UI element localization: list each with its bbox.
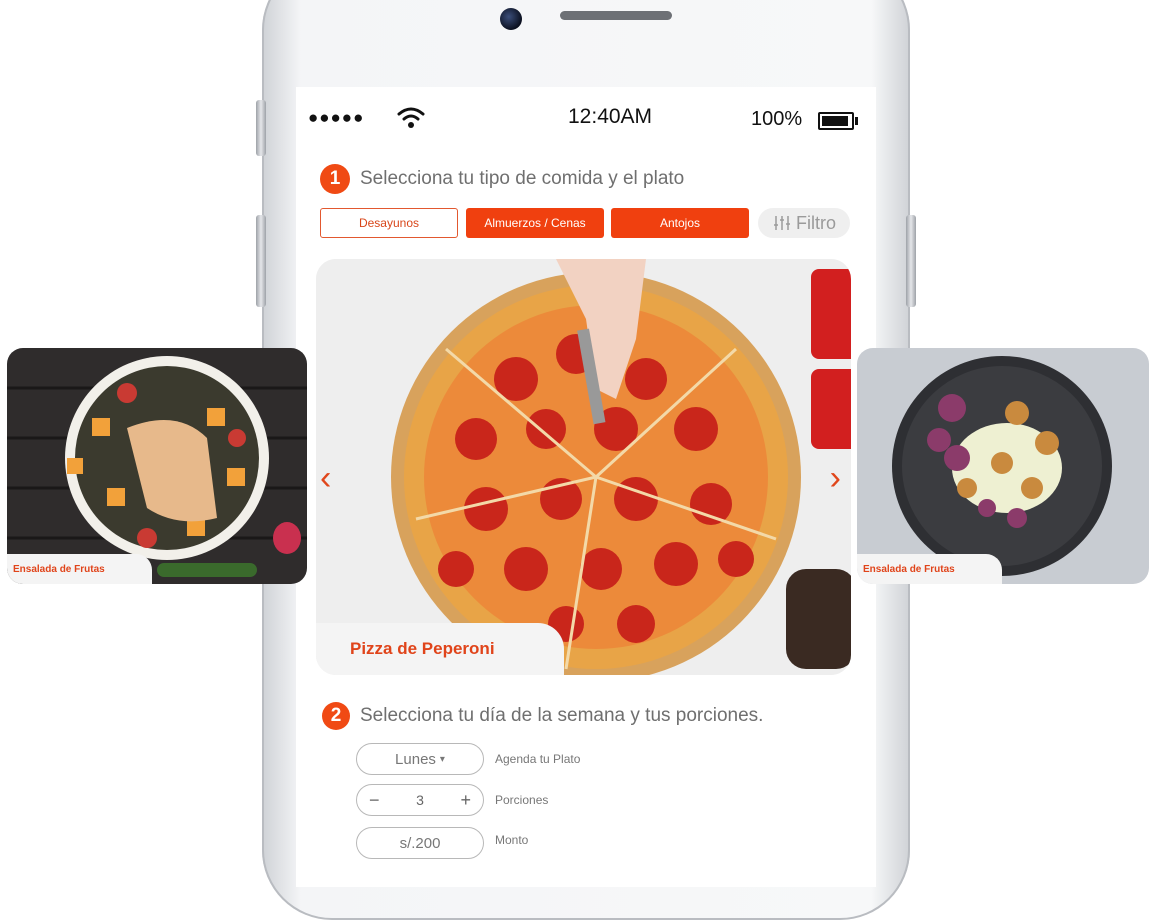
carousel-prev-button[interactable]: ‹ <box>320 459 331 498</box>
pizza-image <box>316 259 851 675</box>
salad-image <box>7 348 307 584</box>
tab-desayunos[interactable]: Desayunos <box>320 208 458 238</box>
day-select[interactable]: Lunes ▾ <box>356 743 484 775</box>
battery-percent: 100% <box>751 108 803 130</box>
status-time: 12:40AM <box>568 105 653 128</box>
side-card-left-label: Ensalada de Frutas <box>7 554 152 584</box>
step-1-title: Selecciona tu tipo de comida y el plato <box>360 168 685 189</box>
step-2-title: Selecciona tu día de la semana y tus por… <box>360 705 764 726</box>
dish-name: Pizza de Peperoni <box>316 623 564 675</box>
step-2-heading: 2 Selecciona tu día de la semana y tus p… <box>322 702 763 730</box>
step-1-heading: 1 Selecciona tu tipo de comida y el plat… <box>320 164 684 194</box>
phone-side-button <box>256 100 266 156</box>
minus-button[interactable]: − <box>369 790 380 811</box>
sliders-icon <box>774 216 790 230</box>
day-value: Lunes <box>395 750 436 768</box>
phone-screen: ●●●●● 12:40AM 100% 1 Selecciona tu tipo … <box>296 87 876 887</box>
phone-side-button <box>256 215 266 307</box>
chevron-down-icon: ▾ <box>439 753 445 765</box>
step-2-badge: 2 <box>322 702 350 730</box>
battery-icon <box>818 112 858 130</box>
amount-field: s/.200 <box>356 827 484 859</box>
chevron-right-icon: › <box>829 459 841 497</box>
amount-label: Monto <box>495 833 529 847</box>
phone-speaker <box>560 11 672 20</box>
portions-value: 3 <box>416 792 424 808</box>
step-1-badge: 1 <box>320 164 350 194</box>
signal-icon: ●●●●● <box>308 108 365 127</box>
portions-label: Porciones <box>495 793 549 807</box>
plus-button[interactable]: + <box>460 790 471 811</box>
amount-value: s/.200 <box>399 834 441 852</box>
side-card-right[interactable]: Ensalada de Frutas <box>857 348 1149 584</box>
day-label: Agenda tu Plato <box>495 752 581 766</box>
portions-stepper[interactable]: − 3 + <box>356 784 484 816</box>
status-bar: ●●●●● 12:40AM 100% <box>296 87 876 147</box>
dish-carousel[interactable]: ‹ › Pizza de Peperoni <box>316 259 851 675</box>
filter-label: Filtro <box>796 212 836 233</box>
filter-button[interactable]: Filtro <box>758 208 850 238</box>
wifi-icon <box>397 107 425 128</box>
side-card-right-label: Ensalada de Frutas <box>857 554 1002 584</box>
side-card-left[interactable]: Ensalada de Frutas <box>7 348 307 584</box>
tab-antojos[interactable]: Antojos <box>611 208 749 238</box>
phone-camera <box>500 8 522 30</box>
phone-side-button <box>906 215 916 307</box>
salad-bowl-image <box>857 348 1149 584</box>
carousel-next-button[interactable]: › <box>830 459 841 498</box>
tab-almuerzos-cenas[interactable]: Almuerzos / Cenas <box>466 208 604 238</box>
chevron-left-icon: ‹ <box>320 459 332 497</box>
